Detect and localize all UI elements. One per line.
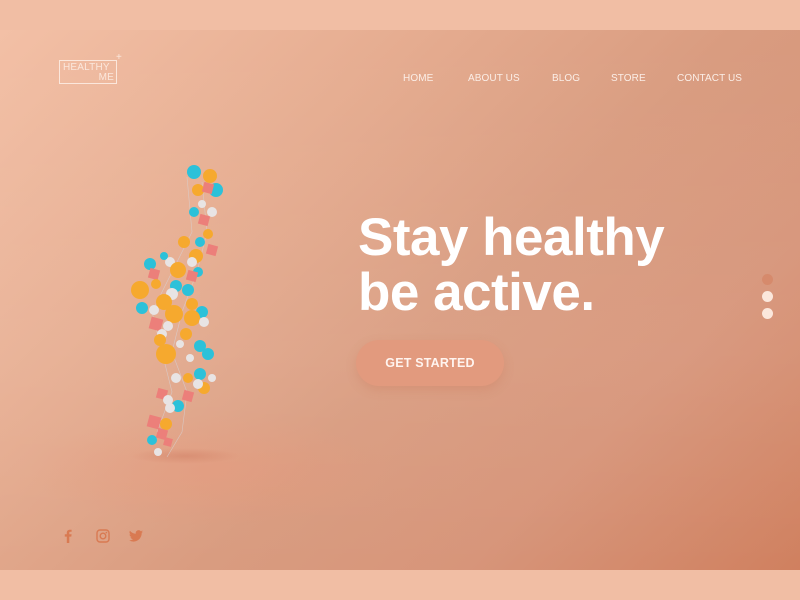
figure-atom [186,354,194,362]
figure-atom [154,448,162,456]
figure-atom [180,328,192,340]
figure-atom [189,207,199,217]
figure-atom [187,257,197,267]
figure-atom [165,403,175,413]
nav-blog[interactable]: BLOG [552,73,580,84]
figure-atom [182,284,194,296]
figure-atom [170,262,186,278]
figure-atom [202,348,214,360]
slider-dot-1[interactable] [762,274,773,285]
plus-icon: + [115,52,122,63]
main-nav: HOME ABOUT US BLOG STORE CONTACT US [0,73,800,87]
figure-atom [149,305,159,315]
nav-about-us[interactable]: ABOUT US [468,73,520,84]
figure-atom [203,229,213,239]
figure-atom [178,236,190,248]
figure-atom [184,310,200,326]
figure-atom [208,374,216,382]
facebook-icon[interactable] [60,528,76,544]
figure-atom [163,321,173,331]
figure-atom [146,414,162,430]
twitter-icon[interactable] [128,528,144,544]
get-started-button[interactable]: GET STARTED [356,340,504,386]
figure-atom [160,418,172,430]
figure-atom [195,237,205,247]
figure-atom [187,165,201,179]
nav-store[interactable]: STORE [611,73,646,84]
nav-home[interactable]: HOME [403,73,433,84]
instagram-icon[interactable] [95,528,111,544]
slider-dot-3[interactable] [762,308,773,319]
hero-headline: Stay healthy be active. [358,208,665,322]
figure-atom [176,340,184,348]
figure-atom [194,368,206,380]
figure-atom [192,184,204,196]
slider-dot-2[interactable] [762,291,773,302]
figure-atom [160,252,168,260]
figure-atom [156,344,176,364]
figure-atom [131,281,149,299]
figure-atom [147,435,157,445]
figure-atom [181,389,195,403]
figure-atom [151,279,161,289]
headline-line-2: be active. [358,263,595,322]
figure-atom [165,305,183,323]
figure-atom [171,373,181,383]
figure-atom [183,373,193,383]
headline-line-1: Stay healthy [358,208,665,267]
figure-atom [199,317,209,327]
molecular-figure-illustration [131,165,223,458]
figure-atom [207,207,217,217]
slider-pagination [762,274,774,325]
social-links [60,528,144,544]
nav-contact-us[interactable]: CONTACT US [677,73,742,84]
figure-atom [197,213,211,227]
figure-atom [193,379,203,389]
hero-section: HEALTHY ME + HOME ABOUT US BLOG STORE CO… [0,30,800,570]
figure-atom [198,200,206,208]
figure-atom [203,169,217,183]
figure-atom [186,298,198,310]
figure-atom [205,243,219,257]
figure-atom [144,258,156,270]
figure-atom [136,302,148,314]
